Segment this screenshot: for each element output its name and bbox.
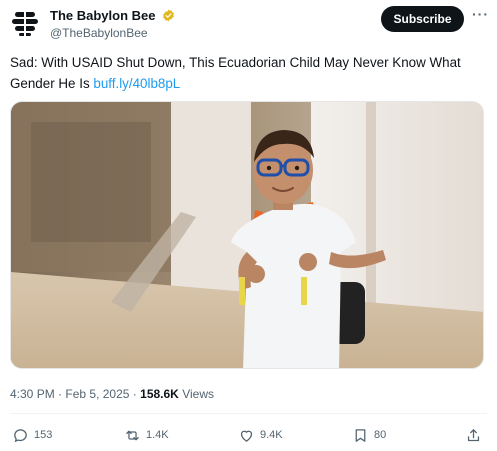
bookmark-count: 80 (374, 429, 387, 441)
reply-count: 153 (34, 429, 53, 441)
heart-icon (240, 430, 253, 442)
tweet-date[interactable]: Feb 5, 2025 (65, 387, 129, 401)
reply-button[interactable]: 153 (12, 426, 52, 444)
tweet-body: Sad: With USAID Shut Down, This Ecuadori… (10, 55, 461, 91)
divider (10, 413, 487, 414)
repost-button[interactable]: 1.4K (124, 426, 169, 444)
babylon-bee-logo-avatar[interactable] (10, 9, 40, 37)
bookmark-button[interactable]: 80 (352, 426, 386, 444)
tweet-meta: 4:30 PM · Feb 5, 2025 · 158.6K Views (10, 387, 214, 401)
account-name[interactable]: The Babylon Bee (50, 8, 155, 23)
repost-count: 1.4K (146, 429, 169, 441)
account-handle[interactable]: @TheBabylonBee (50, 26, 148, 40)
more-options-icon[interactable]: ··· (472, 6, 489, 22)
repost-icon (126, 430, 139, 440)
tweet-header: The Babylon Bee @TheBabylonBee Subscribe… (0, 0, 497, 46)
tweet-time[interactable]: 4:30 PM (10, 387, 55, 401)
like-button[interactable]: 9.4K (238, 426, 283, 444)
views-count: 158.6K (140, 387, 179, 401)
tweet-link[interactable]: buff.ly/40lb8pL (93, 76, 180, 91)
verified-badge-icon (163, 9, 175, 22)
bookmark-icon (355, 428, 366, 442)
tweet-media-image[interactable] (10, 101, 484, 369)
share-button[interactable] (465, 426, 482, 444)
reply-icon (14, 428, 27, 442)
tweet-text: Sad: With USAID Shut Down, This Ecuadori… (10, 52, 490, 94)
account-name-row[interactable]: The Babylon Bee (50, 8, 175, 23)
photo-boy-with-backpack (11, 102, 483, 368)
share-icon (467, 428, 480, 441)
subscribe-button[interactable]: Subscribe (381, 6, 464, 32)
like-count: 9.4K (260, 429, 283, 441)
views-label: Views (182, 387, 214, 401)
